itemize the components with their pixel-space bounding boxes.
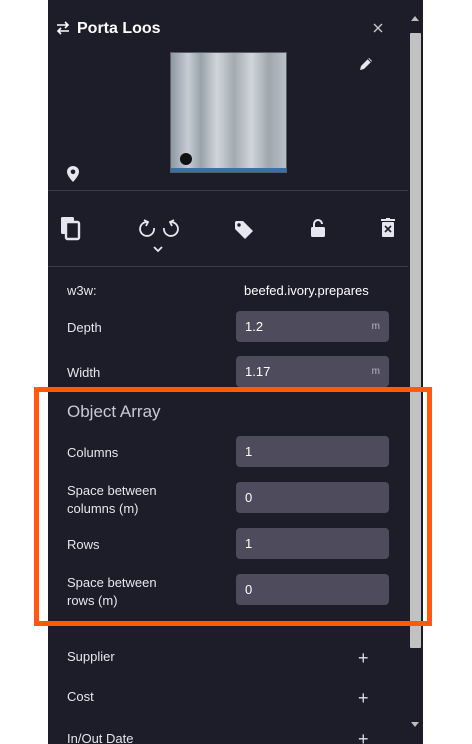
object-properties-panel: Porta Loos w3w: beefed.ivory.prepares De… xyxy=(48,0,408,744)
space-columns-input[interactable]: 0 xyxy=(236,482,389,513)
rows-label: Rows xyxy=(67,537,100,552)
object-thumbnail xyxy=(170,52,287,173)
columns-label: Columns xyxy=(67,445,119,460)
scrollbar[interactable] xyxy=(408,0,423,744)
divider xyxy=(48,190,408,191)
rows-input[interactable]: 1 xyxy=(236,528,389,559)
space-rows-value: 0 xyxy=(245,582,253,597)
depth-input[interactable]: 1.2 m xyxy=(236,311,389,342)
close-icon[interactable] xyxy=(373,23,383,33)
space-rows-label: Space between rows (m) xyxy=(67,575,157,608)
delete-icon[interactable] xyxy=(381,218,395,238)
in-out-date-label: In/Out Date xyxy=(67,731,134,744)
space-columns-value: 0 xyxy=(245,490,253,505)
in-out-date-expand-button[interactable]: + xyxy=(358,730,369,744)
panel-header: Porta Loos xyxy=(48,18,408,44)
supplier-expand-button[interactable]: + xyxy=(358,649,369,667)
depth-label: Depth xyxy=(67,320,102,335)
depth-unit: m xyxy=(371,321,380,332)
columns-value: 1 xyxy=(245,444,253,459)
width-input[interactable]: 1.17 m xyxy=(236,356,389,387)
tag-icon[interactable] xyxy=(234,220,254,240)
object-array-title: Object Array xyxy=(67,402,161,421)
rotate-icon[interactable] xyxy=(136,216,182,256)
columns-input[interactable]: 1 xyxy=(236,436,389,467)
w3w-value: beefed.ivory.prepares xyxy=(244,283,369,298)
space-columns-label: Space between columns (m) xyxy=(67,483,157,516)
panel-title: Porta Loos xyxy=(77,20,161,37)
width-unit: m xyxy=(371,366,380,377)
width-value: 1.17 xyxy=(245,364,271,379)
scroll-up-icon[interactable] xyxy=(411,16,419,21)
rows-value: 1 xyxy=(245,536,253,551)
width-label: Width xyxy=(67,365,101,380)
pencil-icon[interactable] xyxy=(358,56,374,72)
cost-label: Cost xyxy=(67,689,94,704)
scroll-down-icon[interactable] xyxy=(411,722,419,727)
w3w-label: w3w: xyxy=(67,283,97,298)
cost-expand-button[interactable]: + xyxy=(358,689,369,707)
divider xyxy=(48,266,408,267)
lock-icon[interactable] xyxy=(310,218,326,238)
space-rows-input[interactable]: 0 xyxy=(236,574,389,605)
supplier-label: Supplier xyxy=(67,649,115,664)
swap-icon[interactable] xyxy=(56,21,70,35)
location-pin-icon[interactable] xyxy=(66,165,80,183)
scroll-thumb[interactable] xyxy=(410,33,421,648)
copy-icon[interactable] xyxy=(60,216,82,242)
depth-value: 1.2 xyxy=(245,319,264,334)
